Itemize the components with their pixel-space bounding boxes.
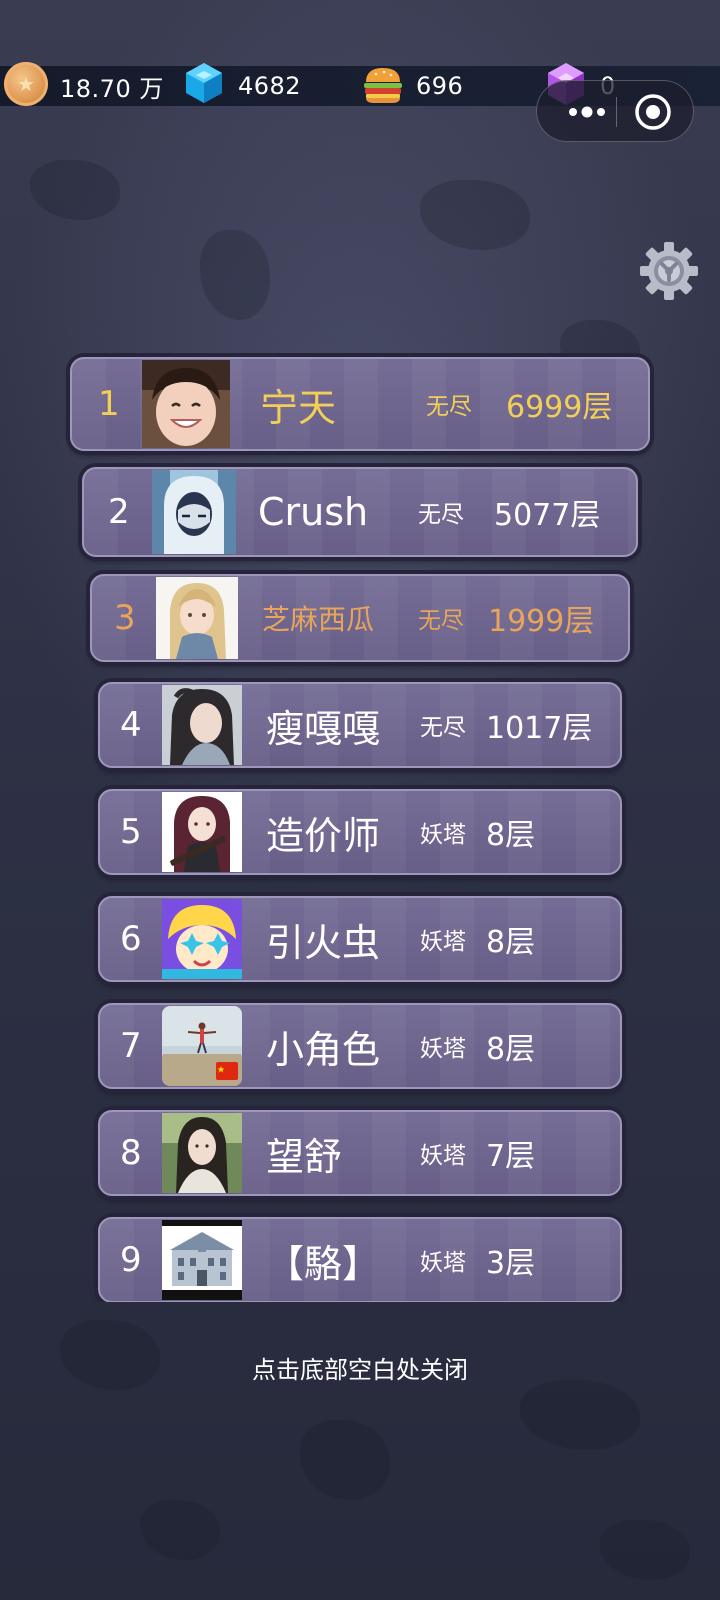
avatar bbox=[162, 1220, 242, 1300]
leaderboard-row[interactable]: 6 引火虫 妖塔 8层 bbox=[98, 896, 622, 982]
mode-label: 无尽 bbox=[418, 608, 464, 634]
mode-label: 妖塔 bbox=[420, 929, 466, 955]
leaderboard-row[interactable]: 7 小角色 妖塔 8层 bbox=[98, 1003, 622, 1089]
floor-count: 7层 bbox=[486, 1139, 536, 1174]
mode-label: 妖塔 bbox=[420, 1250, 466, 1276]
rank-number: 6 bbox=[120, 919, 142, 959]
leaderboard-row[interactable]: 3 芝麻西瓜 无尽 1999层 bbox=[90, 574, 630, 662]
burger-icon bbox=[364, 68, 402, 103]
avatar bbox=[162, 792, 242, 872]
diamond-resource: 4682 bbox=[182, 63, 302, 106]
bg-pattern bbox=[520, 1380, 640, 1450]
rank-number: 2 bbox=[108, 492, 130, 532]
more-dots-icon[interactable] bbox=[559, 95, 615, 129]
leaderboard-row[interactable]: 4 瘦嘎嘎 无尽 1017层 bbox=[98, 682, 622, 768]
avatar bbox=[162, 685, 242, 765]
floor-count: 1999层 bbox=[488, 604, 595, 639]
diamonds-value: 4682 bbox=[238, 72, 302, 100]
coins-value: 18.70 万 bbox=[60, 74, 164, 103]
rank-number: 7 bbox=[120, 1026, 142, 1066]
bg-pattern bbox=[600, 1520, 690, 1580]
rank-number: 8 bbox=[120, 1133, 142, 1173]
avatar bbox=[162, 1113, 242, 1193]
bg-pattern bbox=[140, 1500, 220, 1560]
bg-pattern bbox=[420, 180, 530, 250]
avatar bbox=[156, 577, 238, 659]
coin-icon: ★ bbox=[4, 62, 48, 106]
mode-label: 妖塔 bbox=[420, 1143, 466, 1169]
floor-count: 5077层 bbox=[494, 498, 601, 533]
floor-count: 8层 bbox=[486, 1032, 536, 1067]
bg-pattern bbox=[300, 1420, 390, 1500]
capsule-divider bbox=[616, 97, 617, 127]
avatar bbox=[162, 899, 242, 979]
rank-number: 5 bbox=[120, 812, 142, 852]
rank-number: 9 bbox=[120, 1240, 142, 1280]
close-hint[interactable]: 点击底部空白处关闭 bbox=[0, 1350, 720, 1385]
player-name: 芝麻西瓜 bbox=[262, 603, 375, 636]
bg-pattern bbox=[200, 230, 270, 320]
rank-number: 4 bbox=[120, 705, 142, 745]
player-name: 小角色 bbox=[266, 1027, 381, 1072]
leaderboard-row[interactable]: 5 造价师 妖塔 8层 bbox=[98, 789, 622, 875]
mode-label: 无尽 bbox=[420, 715, 466, 741]
floor-count: 8层 bbox=[486, 818, 536, 853]
player-name: Crush bbox=[258, 490, 369, 534]
coins-resource: ★ 18.70 万 bbox=[4, 62, 164, 106]
avatar bbox=[152, 470, 236, 554]
close-miniprogram-icon[interactable] bbox=[633, 92, 673, 132]
player-name: 造价师 bbox=[266, 813, 381, 858]
burgers-value: 696 bbox=[416, 72, 464, 100]
player-name: 【駱】 bbox=[266, 1241, 381, 1286]
mode-label: 无尽 bbox=[418, 502, 464, 528]
miniprogram-capsule bbox=[536, 80, 694, 142]
leaderboard-screen: ★ 18.70 万 4682 696 1 宁天 无尽 6999层 2 Crush… bbox=[0, 0, 720, 1600]
blue-diamond-icon bbox=[186, 63, 222, 103]
mode-label: 无尽 bbox=[426, 394, 472, 420]
floor-count: 1017层 bbox=[486, 711, 593, 746]
player-name: 宁天 bbox=[260, 385, 337, 430]
mode-label: 妖塔 bbox=[420, 822, 466, 848]
burger-resource: 696 bbox=[362, 66, 463, 106]
leaderboard-row[interactable]: 9 【駱】 妖塔 3层 bbox=[98, 1217, 622, 1302]
leaderboard-row[interactable]: 2 Crush 无尽 5077层 bbox=[82, 467, 638, 557]
bg-pattern bbox=[30, 160, 120, 220]
floor-count: 6999层 bbox=[506, 390, 613, 425]
gear-icon[interactable] bbox=[640, 242, 698, 300]
leaderboard-row[interactable]: 1 宁天 无尽 6999层 bbox=[70, 357, 650, 451]
rank-number: 3 bbox=[114, 598, 136, 638]
avatar bbox=[142, 360, 230, 448]
list-clip: 9 【駱】 妖塔 3层 bbox=[92, 1210, 628, 1302]
player-name: 望舒 bbox=[266, 1134, 343, 1179]
avatar bbox=[162, 1006, 242, 1086]
player-name: 引火虫 bbox=[266, 920, 381, 965]
player-name: 瘦嘎嘎 bbox=[266, 706, 381, 751]
rank-number: 1 bbox=[98, 384, 120, 424]
mode-label: 妖塔 bbox=[420, 1036, 466, 1062]
floor-count: 8层 bbox=[486, 925, 536, 960]
floor-count: 3层 bbox=[486, 1246, 536, 1281]
leaderboard-row[interactable]: 8 望舒 妖塔 7层 bbox=[98, 1110, 622, 1196]
